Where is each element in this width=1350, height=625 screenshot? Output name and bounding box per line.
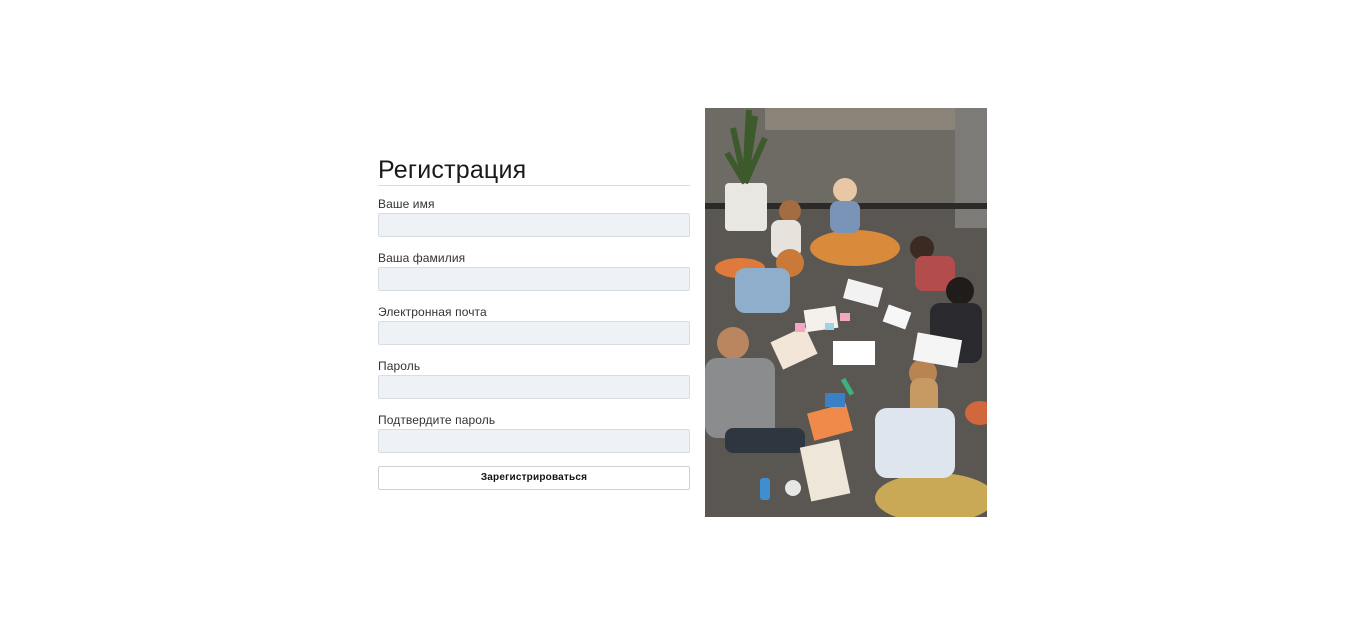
students-photo-illustration — [705, 108, 987, 517]
first-name-input[interactable] — [378, 213, 690, 237]
last-name-label: Ваша фамилия — [378, 251, 466, 265]
password-label: Пароль — [378, 359, 421, 373]
register-button[interactable]: Зарегистрироваться — [378, 465, 690, 490]
page-title: Регистрация — [378, 156, 527, 184]
first-name-field-group: Ваше имя — [378, 197, 690, 237]
first-name-label: Ваше имя — [378, 197, 435, 211]
title-divider — [378, 185, 690, 186]
email-label: Электронная почта — [378, 305, 487, 319]
confirm-password-label: Подтвердите пароль — [378, 413, 496, 427]
email-input[interactable] — [378, 321, 690, 345]
last-name-input[interactable] — [378, 267, 690, 291]
registration-form: Регистрация Ваше имя Ваша фамилия Электр… — [378, 155, 690, 490]
password-input[interactable] — [378, 375, 690, 399]
students-photo — [705, 108, 987, 517]
last-name-field-group: Ваша фамилия — [378, 251, 690, 291]
confirm-password-input[interactable] — [378, 429, 690, 453]
confirm-password-field-group: Подтвердите пароль — [378, 413, 690, 453]
registration-page: Регистрация Ваше имя Ваша фамилия Электр… — [0, 0, 1350, 625]
password-field-group: Пароль — [378, 359, 690, 399]
email-field-group: Электронная почта — [378, 305, 690, 345]
